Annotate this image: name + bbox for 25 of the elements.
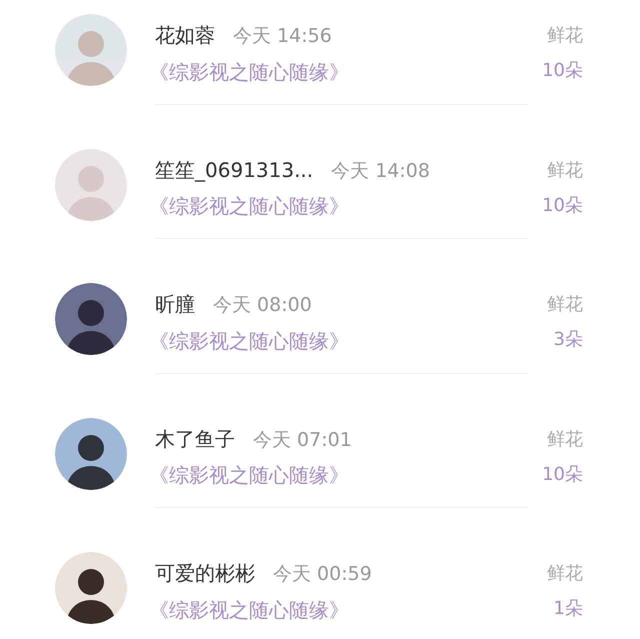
- gift-count: 10朵: [542, 462, 583, 486]
- gift-count: 3朵: [554, 328, 583, 352]
- gift-label: 鲜花: [547, 293, 583, 317]
- gift-label: 鲜花: [547, 428, 583, 452]
- user-name: 可爱的彬彬: [155, 560, 255, 587]
- book-title[interactable]: 《综影视之随心随缘》: [149, 594, 547, 624]
- timestamp: 今天 14:56: [233, 24, 332, 49]
- gift-count: 10朵: [542, 59, 583, 83]
- user-name: 昕朣: [155, 291, 195, 318]
- user-name: 木了鱼子: [155, 426, 235, 452]
- gift-label: 鲜花: [547, 158, 583, 182]
- gift-count: 10朵: [542, 194, 583, 218]
- gift-label: 鲜花: [547, 562, 583, 586]
- user-name: 笙笙_0691313...: [155, 156, 314, 184]
- timestamp: 今天 00:59: [273, 562, 372, 587]
- gift-label: 鲜花: [547, 24, 583, 48]
- book-title[interactable]: 《综影视之随心随缘》: [149, 191, 542, 221]
- book-title[interactable]: 《综影视之随心随缘》: [149, 460, 542, 490]
- timestamp: 今天 08:00: [213, 293, 312, 318]
- book-title[interactable]: 《综影视之随心随缘》: [149, 56, 542, 86]
- gift-count: 1朵: [554, 597, 583, 621]
- timestamp: 今天 14:08: [331, 158, 430, 184]
- book-title[interactable]: 《综影视之随心随缘》: [149, 326, 547, 356]
- timestamp: 今天 07:01: [253, 428, 352, 452]
- user-name: 花如蓉: [155, 22, 215, 49]
